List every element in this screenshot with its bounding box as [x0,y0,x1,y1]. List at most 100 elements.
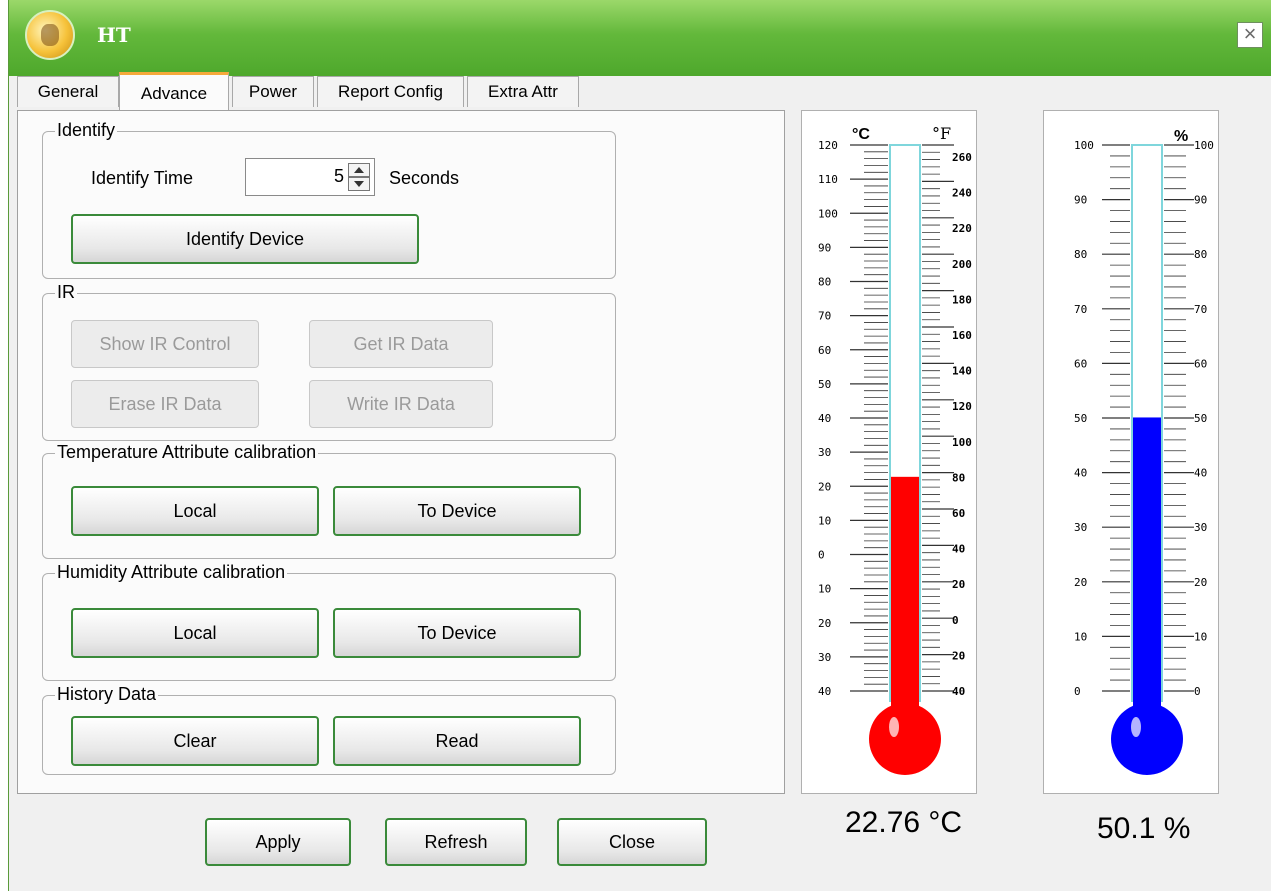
history-clear-button[interactable]: Clear [71,716,319,766]
temperature-gauge: °C °F 120 110 100 90 80 70 60 50 40 30 20 10 0 10 20 30 40… [801,110,977,794]
humidity-tick-label-left: 70 [1074,303,1087,316]
temperature-local-button[interactable]: Local [71,486,319,536]
humidity-tick-label-right: 20 [1194,576,1207,589]
identify-time-value: 5 [333,166,344,186]
close-button[interactable]: Close [557,818,707,866]
temperature-to-device-button[interactable]: To Device [333,486,581,536]
fahrenheit-tick-label: 40 [952,543,965,556]
app-logo-icon [25,10,75,60]
identify-unit-label: Seconds [389,168,460,188]
celsius-tick-label: 30 [818,446,831,459]
humidity-tick-label-right: 40 [1194,467,1207,480]
humidity-tick-label-right: 70 [1194,303,1207,316]
celsius-tick-label: 0 [818,549,825,562]
title-bar[interactable]: HT × [9,0,1271,76]
humidity-tick-label-right: 60 [1194,357,1207,370]
fahrenheit-tick-label: 40 [952,685,965,698]
humidity-tick-label-left: 0 [1074,685,1081,698]
celsius-tick-label: 20 [818,617,831,630]
humidity-tick-label-left: 30 [1074,521,1087,534]
app-window: HT × General Advance Power Report Config… [8,0,1271,891]
humidity-thermometer: %100 10090 9080 8070 7060 6050 5040 4030 3020 201… [1074,128,1214,775]
fahrenheit-tick-label: 0 [952,614,959,627]
celsius-tick-label: 10 [818,583,831,596]
celsius-tick-label: 40 [818,412,831,425]
write-ir-data-button[interactable]: Write IR Data [309,380,493,428]
ir-group: IR Show IR Control Get IR Data Erase IR … [42,282,616,441]
history-data-legend: History Data [55,684,159,705]
humidity-tick-label-left: 80 [1074,248,1087,261]
advance-panel: Identify Identify Time 5 Seconds Identif… [17,110,785,794]
humidity-tick-label-left: 50 [1074,412,1087,425]
humidity-tick-label-left: 40 [1074,467,1087,480]
spinner-arrows-icon[interactable] [348,163,370,191]
tab-extra-attr[interactable]: Extra Attr [467,76,579,107]
humidity-tick-label-right: 0 [1194,685,1201,698]
temperature-bulb [869,703,941,775]
humidity-tick-label-right: 10 [1194,630,1207,643]
celsius-tick-label: 60 [818,344,831,357]
humidity-calibration-group: Humidity Attribute calibration Local To … [42,562,616,681]
fahrenheit-tick-label: 160 [952,329,972,342]
history-read-button[interactable]: Read [333,716,581,766]
humidity-tick-label-right: 100 [1194,139,1214,152]
bulb-highlight [889,717,899,737]
humidity-tick-label-left: 10 [1074,630,1087,643]
fahrenheit-unit-label: °F [932,124,951,143]
humidity-tick-label-left: 90 [1074,194,1087,207]
identify-group: Identify Identify Time 5 Seconds Identif… [42,120,616,279]
tab-general[interactable]: General [17,76,119,107]
celsius-tick-label: 30 [818,651,831,664]
celsius-tick-label: 80 [818,276,831,289]
fahrenheit-tick-label: 220 [952,222,972,235]
close-icon[interactable]: × [1237,22,1263,48]
celsius-tick-label: 70 [818,310,831,323]
tab-advance[interactable]: Advance [119,72,229,111]
bulb-highlight [1131,717,1141,737]
apply-button[interactable]: Apply [205,818,351,866]
humidity-tick-label-right: 80 [1194,248,1207,261]
celsius-tick-label: 90 [818,241,831,254]
celsius-tick-label: 110 [818,173,838,186]
ir-legend: IR [55,282,77,303]
tab-report-config[interactable]: Report Config [317,76,464,107]
humidity-tick-label-right: 90 [1194,194,1207,207]
show-ir-control-button[interactable]: Show IR Control [71,320,259,368]
temperature-calibration-group: Temperature Attribute calibration Local … [42,442,616,559]
celsius-tick-label: 40 [818,685,831,698]
celsius-tick-label: 100 [818,207,838,220]
identify-legend: Identify [55,120,118,141]
erase-ir-data-button[interactable]: Erase IR Data [71,380,259,428]
identify-time-label: Identify Time [91,168,194,188]
get-ir-data-button[interactable]: Get IR Data [309,320,493,368]
humidity-bulb [1111,703,1183,775]
fahrenheit-tick-label: 120 [952,400,972,413]
fahrenheit-tick-label: 180 [952,293,972,306]
fahrenheit-tick-label: 200 [952,258,972,271]
humidity-tick-label-left: 100 [1074,139,1094,152]
identify-time-stepper[interactable]: 5 [245,158,375,196]
fahrenheit-tick-label: 20 [952,649,965,662]
fahrenheit-tick-label: 240 [952,187,972,200]
fahrenheit-tick-label: 20 [952,578,965,591]
fahrenheit-tick-label: 140 [952,365,972,378]
fahrenheit-tick-label: 260 [952,151,972,164]
tab-power[interactable]: Power [232,76,314,107]
humidity-tick-label-right: 50 [1194,412,1207,425]
humidity-local-button[interactable]: Local [71,608,319,658]
history-data-group: History Data Clear Read [42,684,616,775]
temperature-calibration-legend: Temperature Attribute calibration [55,442,319,463]
temperature-readout: 22.76 °C [845,806,963,839]
fahrenheit-tick-label: 100 [952,436,972,449]
humidity-to-device-button[interactable]: To Device [333,608,581,658]
temperature-thermometer: °C °F120110100908070605040302010010203040… [818,124,972,775]
refresh-button[interactable]: Refresh [385,818,527,866]
identify-device-button[interactable]: Identify Device [71,214,419,264]
celsius-tick-label: 10 [818,514,831,527]
humidity-calibration-legend: Humidity Attribute calibration [55,562,288,583]
humidity-readout: 50.1 % [1097,812,1191,845]
humidity-tick-label-right: 30 [1194,521,1207,534]
celsius-tick-label: 20 [818,480,831,493]
celsius-tick-label: 50 [818,378,831,391]
temperature-fill [891,476,919,721]
